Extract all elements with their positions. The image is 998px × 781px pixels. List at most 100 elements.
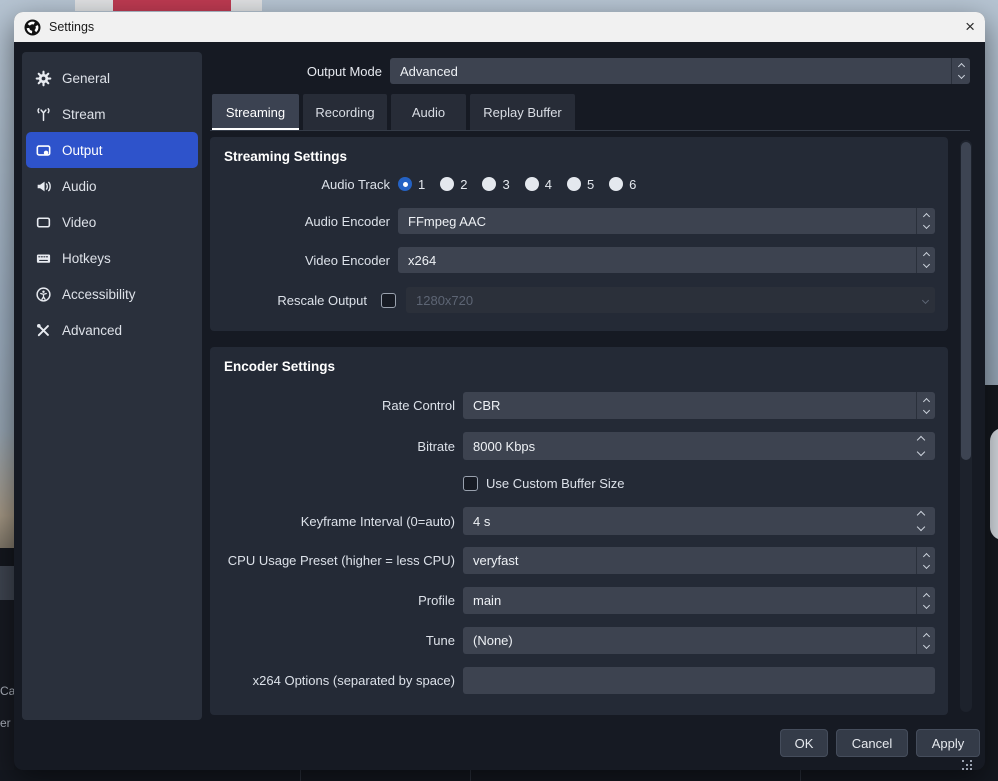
combo-spinner[interactable] (916, 247, 935, 273)
cpu-preset-select[interactable]: veryfast (463, 547, 935, 574)
radio-icon (482, 177, 496, 191)
chevron-down-icon (922, 601, 929, 608)
background-block (0, 548, 14, 566)
keyframe-interval-value: 4 s (473, 514, 490, 529)
combo-spinner[interactable] (916, 547, 935, 574)
combo-spinner[interactable] (916, 392, 935, 419)
audio-track-label: Audio Track (222, 177, 390, 192)
video-encoder-select[interactable]: x264 (398, 247, 935, 273)
output-mode-value: Advanced (390, 58, 951, 84)
chevron-down-icon (917, 448, 925, 456)
tab-audio[interactable]: Audio (391, 94, 466, 130)
streaming-settings-panel: Streaming Settings Audio Track 1 2 3 4 5… (210, 137, 948, 331)
combo-spinner[interactable] (916, 627, 935, 654)
audio-track-radio-group: 1 2 3 4 5 6 (398, 174, 651, 194)
combo-spinner[interactable] (916, 208, 935, 234)
radio-selected-icon (398, 177, 412, 191)
profile-select[interactable]: main (463, 587, 935, 614)
apply-button[interactable]: Apply (916, 729, 980, 757)
sidebar-item-label: Stream (62, 107, 106, 122)
chevron-down-icon (922, 261, 929, 268)
sidebar-item-advanced[interactable]: Advanced (26, 312, 198, 348)
chevron-up-icon (957, 63, 964, 70)
background-app-strip (75, 0, 262, 11)
sidebar-item-output[interactable]: Output (26, 132, 198, 168)
ok-button[interactable]: OK (780, 729, 828, 757)
audio-track-radio-2[interactable]: 2 (440, 177, 467, 192)
sidebar-item-general[interactable]: General (26, 60, 198, 96)
rescale-output-label: Rescale Output (222, 293, 367, 308)
dialog-titlebar[interactable]: Settings × (14, 12, 985, 42)
audio-encoder-select[interactable]: FFmpeg AAC (398, 208, 935, 234)
bitrate-spinbox[interactable]: 8000 Kbps (463, 432, 935, 460)
tune-select[interactable]: (None) (463, 627, 935, 654)
section-title: Encoder Settings (224, 359, 935, 374)
radio-icon (440, 177, 454, 191)
audio-track-radio-5[interactable]: 5 (567, 177, 594, 192)
divider (800, 770, 801, 781)
close-icon[interactable]: × (945, 17, 975, 37)
tune-label: Tune (222, 633, 455, 648)
rate-control-value: CBR (463, 392, 916, 419)
cancel-button[interactable]: Cancel (836, 729, 908, 757)
divider (470, 770, 471, 781)
chevron-down-icon (922, 641, 929, 648)
sidebar-item-accessibility[interactable]: Accessibility (26, 276, 198, 312)
tab-recording[interactable]: Recording (303, 94, 387, 130)
radio-label: 4 (545, 177, 552, 192)
radio-label: 3 (502, 177, 509, 192)
rate-control-label: Rate Control (222, 398, 455, 413)
x264-options-input[interactable] (463, 667, 935, 694)
tabs-divider (210, 130, 970, 131)
broadcast-icon (35, 106, 52, 123)
tab-streaming[interactable]: Streaming (212, 94, 299, 130)
sidebar-item-audio[interactable]: Audio (26, 168, 198, 204)
resize-grip[interactable] (962, 760, 974, 770)
audio-track-radio-3[interactable]: 3 (482, 177, 509, 192)
output-icon (35, 142, 52, 159)
chevron-up-icon (922, 213, 929, 220)
output-mode-label: Output Mode (210, 58, 382, 84)
sidebar-item-label: Video (62, 215, 96, 230)
section-title: Streaming Settings (224, 149, 935, 164)
custom-buffer-checkbox[interactable] (463, 476, 478, 491)
scrollbar-thumb[interactable] (961, 142, 971, 460)
gear-icon (35, 70, 52, 87)
background-obs-window-edge: Ca er (0, 600, 14, 781)
obs-logo-icon (24, 19, 41, 36)
audio-track-radio-6[interactable]: 6 (609, 177, 636, 192)
audio-encoder-label: Audio Encoder (222, 214, 390, 229)
background-bottom-strip (0, 770, 998, 781)
spinbox-arrows[interactable] (918, 432, 924, 460)
chevron-up-icon (922, 252, 929, 259)
chevron-up-icon (917, 511, 925, 519)
scrollbar-track[interactable] (960, 140, 972, 712)
combo-spinner[interactable] (916, 587, 935, 614)
sidebar-item-label: Audio (62, 179, 97, 194)
sidebar-item-hotkeys[interactable]: Hotkeys (26, 240, 198, 276)
dialog-body: General Stream Output (14, 42, 985, 770)
sidebar-item-label: Hotkeys (62, 251, 111, 266)
chevron-up-icon (922, 397, 929, 404)
rate-control-select[interactable]: CBR (463, 392, 935, 419)
tab-replay-buffer[interactable]: Replay Buffer (470, 94, 575, 130)
clipped-text-fragment: Ca (0, 684, 14, 698)
monitor-icon (35, 214, 52, 231)
spinbox-arrows[interactable] (918, 507, 924, 535)
output-mode-select[interactable]: Advanced (390, 58, 970, 84)
x264-options-label: x264 Options (separated by space) (222, 673, 455, 688)
sidebar-item-label: Accessibility (62, 287, 136, 302)
keyframe-interval-spinbox[interactable]: 4 s (463, 507, 935, 535)
audio-track-radio-1[interactable]: 1 (398, 177, 425, 192)
sidebar-item-video[interactable]: Video (26, 204, 198, 240)
rescale-output-checkbox[interactable] (381, 293, 396, 308)
radio-label: 2 (460, 177, 467, 192)
rescale-resolution-value: 1280x720 (406, 287, 916, 313)
combo-spinner[interactable] (951, 58, 970, 84)
sidebar-item-stream[interactable]: Stream (26, 96, 198, 132)
bitrate-value: 8000 Kbps (473, 439, 535, 454)
chevron-down-icon (957, 72, 964, 79)
keyboard-icon (35, 250, 52, 267)
speaker-icon (35, 178, 52, 195)
audio-track-radio-4[interactable]: 4 (525, 177, 552, 192)
